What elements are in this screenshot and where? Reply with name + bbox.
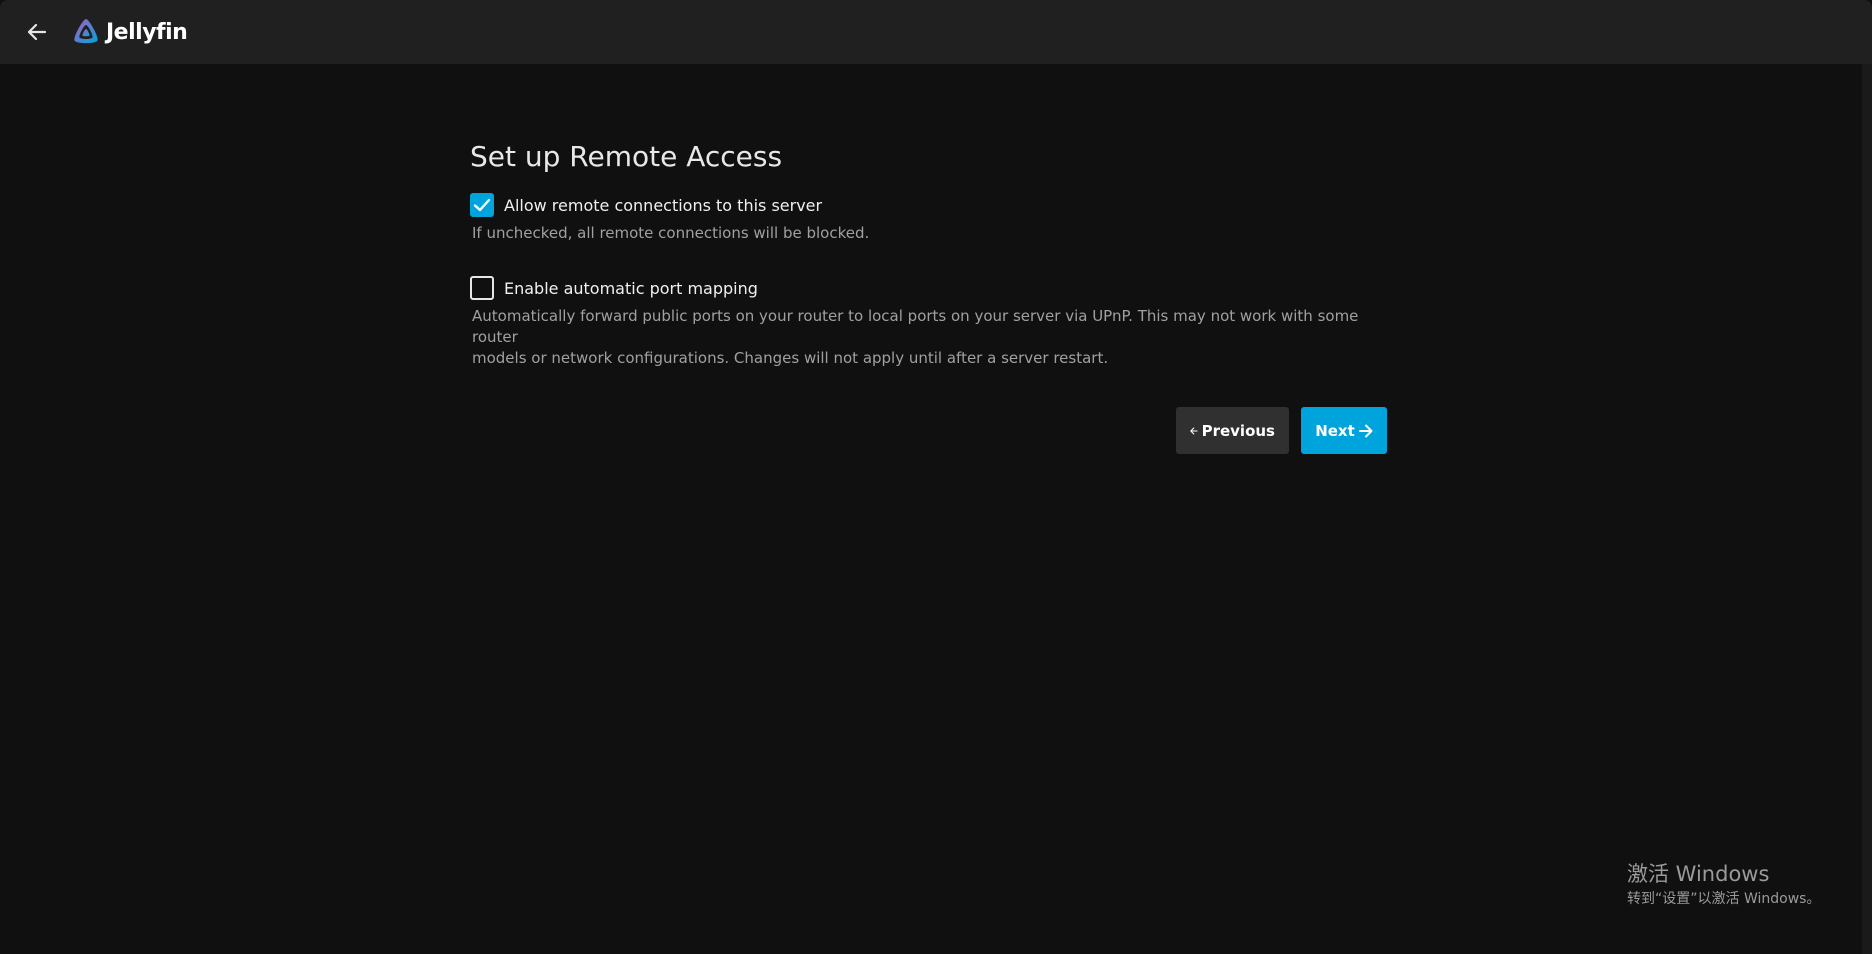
windows-activation-watermark: 激活 Windows 转到“设置”以激活 Windows。 [1627,861,1820,909]
remote-connections-checkbox[interactable] [470,193,494,217]
watermark-title: 激活 Windows [1627,862,1770,886]
next-button-label: Next [1315,421,1355,440]
remote-connections-section: Allow remote connections to this server … [470,191,1390,244]
arrow-left-icon [27,23,47,41]
arrow-right-icon [1358,424,1373,437]
port-mapping-helper-line1: Automatically forward public ports on yo… [472,307,1359,346]
jellyfin-logo-icon [74,19,98,44]
brand-logo[interactable]: Jellyfin [70,16,188,48]
check-icon [473,198,491,212]
arrow-left-icon [1190,426,1198,435]
port-mapping-helper: Automatically forward public ports on yo… [472,306,1390,369]
remote-connections-label[interactable]: Allow remote connections to this server [504,196,822,215]
next-button[interactable]: Next [1301,407,1387,454]
watermark-subtitle: 转到“设置”以激活 Windows。 [1627,891,1821,907]
previous-button-label: Previous [1201,421,1275,440]
remote-connections-row[interactable]: Allow remote connections to this server [470,191,1390,219]
port-mapping-row[interactable]: Enable automatic port mapping [470,274,1390,302]
remote-connections-helper: If unchecked, all remote connections wil… [472,224,870,242]
app-header: Jellyfin [0,0,1872,64]
previous-button[interactable]: Previous [1176,407,1289,454]
back-button[interactable] [22,18,52,46]
scrollbar[interactable] [1862,64,1872,954]
port-mapping-label[interactable]: Enable automatic port mapping [504,279,758,298]
wizard-navigation: Previous Next [1176,407,1387,454]
port-mapping-helper-line2: models or network configurations. Change… [472,349,1109,367]
port-mapping-section: Enable automatic port mapping Automatica… [470,274,1390,369]
page: Jellyfin Set up Remote Access Allow remo… [0,0,1872,954]
brand-name: Jellyfin [106,19,188,45]
page-title: Set up Remote Access [470,140,783,173]
remote-access-form: Set up Remote Access Allow remote connec… [470,140,1390,369]
port-mapping-checkbox[interactable] [470,276,494,300]
